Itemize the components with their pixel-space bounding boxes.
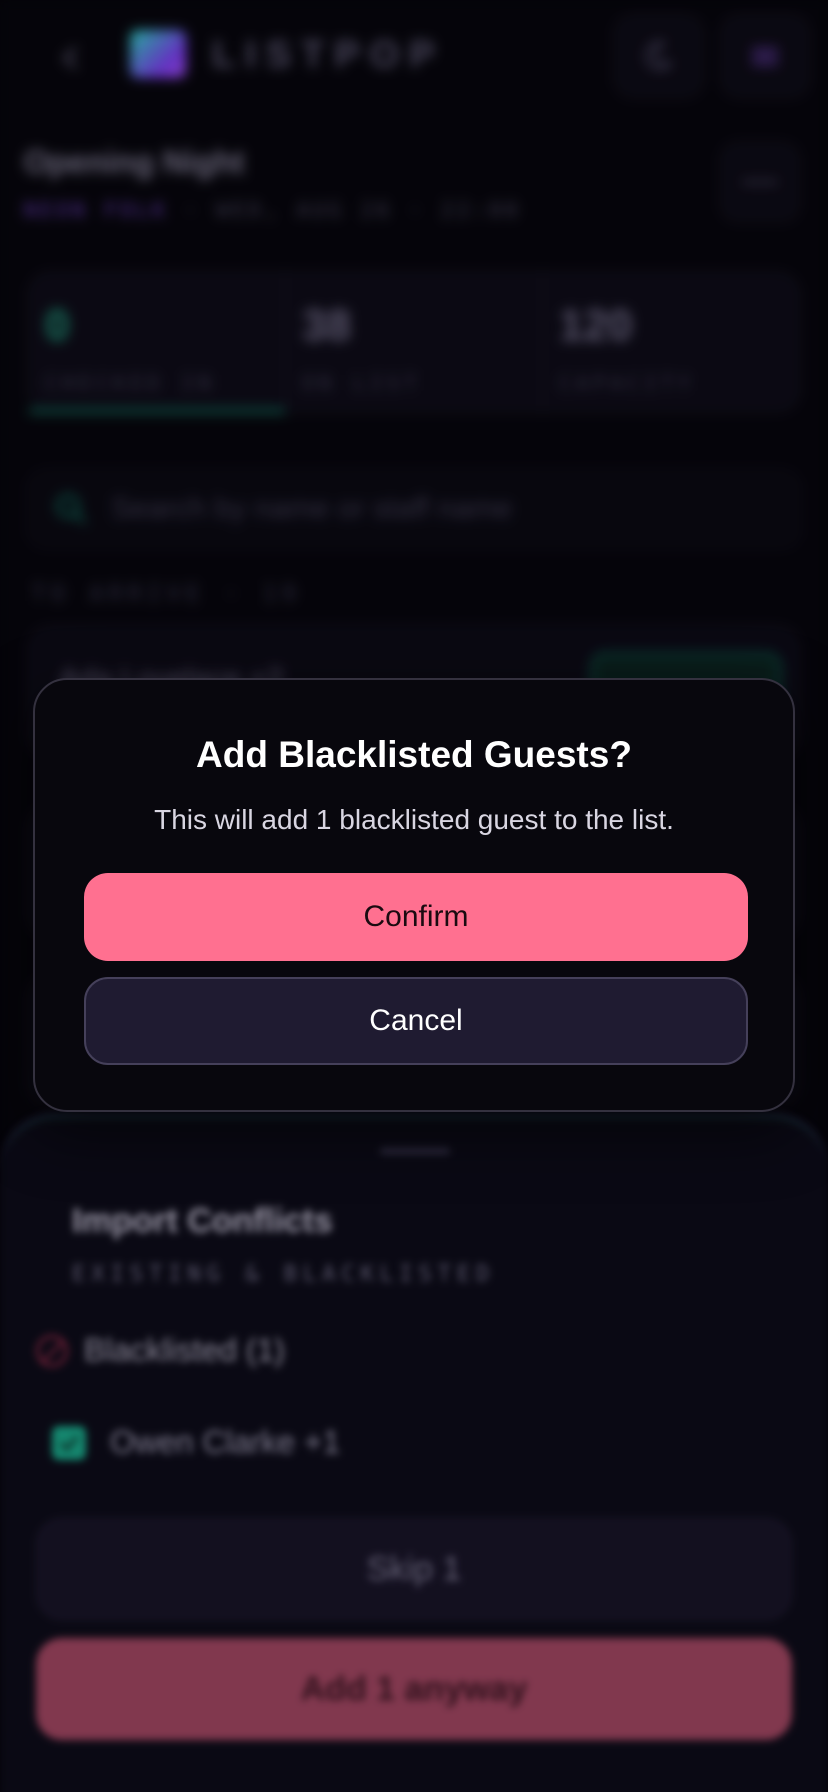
confirm-button[interactable]: Confirm [84,873,748,961]
cancel-button[interactable]: Cancel [84,977,748,1065]
confirm-dialog: Add Blacklisted Guests? This will add 1 … [33,678,795,1112]
dialog-message: This will add 1 blacklisted guest to the… [154,804,674,835]
dialog-title: Add Blacklisted Guests? [196,734,632,775]
